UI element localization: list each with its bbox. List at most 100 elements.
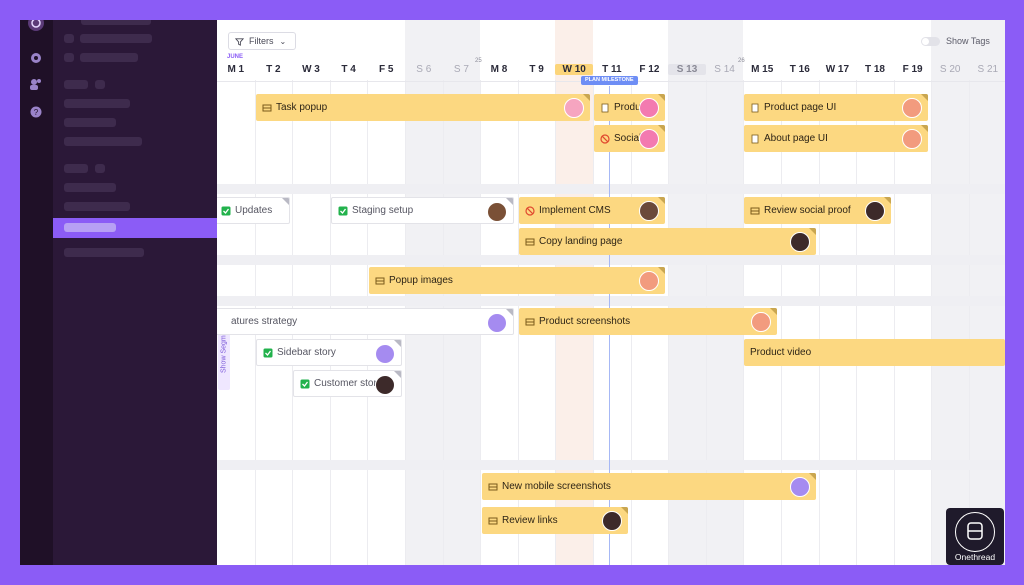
task-bar[interactable]: New mobile screenshots bbox=[482, 473, 816, 500]
avatar bbox=[639, 98, 659, 118]
task-bar[interactable]: About page UI bbox=[744, 125, 928, 152]
document-icon bbox=[601, 103, 609, 112]
day-header: T 2 bbox=[266, 64, 281, 75]
avatar bbox=[790, 477, 810, 497]
sidebar-item[interactable] bbox=[80, 34, 152, 43]
checkmark-icon bbox=[263, 348, 273, 357]
sidebar-item-icon bbox=[95, 80, 105, 89]
avatar bbox=[487, 313, 507, 333]
brand-name: Onethread bbox=[954, 552, 996, 562]
sidebar-item-icon bbox=[64, 53, 74, 62]
day-header: F 19 bbox=[902, 64, 923, 75]
app-logo-icon[interactable] bbox=[27, 20, 45, 32]
task-bar[interactable]: Produc bbox=[594, 94, 665, 121]
avatar bbox=[639, 129, 659, 149]
avatar bbox=[902, 98, 922, 118]
day-header: S 14 bbox=[714, 64, 735, 75]
day-header: S 20 bbox=[939, 64, 961, 75]
avatar bbox=[790, 232, 810, 252]
avatar bbox=[375, 375, 395, 395]
task-icon bbox=[262, 104, 272, 111]
task-bar-completed[interactable]: atures strategy bbox=[217, 308, 514, 335]
task-bar[interactable]: Review links bbox=[482, 507, 628, 534]
plan-milestone-marker[interactable]: PLAN MILESTONE bbox=[581, 76, 638, 85]
day-header: M 8 bbox=[490, 64, 508, 75]
task-bar[interactable]: Social bbox=[594, 125, 665, 152]
day-header: F 5 bbox=[378, 64, 394, 75]
day-header: S 7 bbox=[453, 64, 469, 75]
day-header: W 3 bbox=[302, 64, 320, 75]
avatar bbox=[564, 98, 584, 118]
task-bar[interactable]: Popup images bbox=[369, 267, 665, 294]
day-header: M 1 bbox=[227, 64, 245, 75]
sidebar-item[interactable] bbox=[64, 248, 144, 257]
avatar bbox=[902, 129, 922, 149]
task-bar[interactable]: Implement CMS bbox=[519, 197, 665, 224]
task-icon bbox=[750, 207, 760, 214]
brand-logo: Onethread bbox=[946, 508, 1004, 565]
users-icon[interactable] bbox=[28, 76, 44, 92]
day-header: S 21 bbox=[977, 64, 999, 75]
day-header: T 18 bbox=[864, 64, 885, 75]
sidebar-item[interactable] bbox=[64, 164, 88, 173]
sidebar-item-icon bbox=[95, 164, 105, 173]
avatar bbox=[487, 202, 507, 222]
avatar bbox=[602, 511, 622, 531]
avatar bbox=[375, 344, 395, 364]
brand-logo-icon bbox=[967, 522, 983, 540]
task-icon bbox=[488, 517, 498, 524]
task-bar[interactable]: Product screenshots bbox=[519, 308, 777, 335]
sidebar-item[interactable] bbox=[64, 80, 88, 89]
task-bar[interactable]: Copy landing page bbox=[519, 228, 816, 255]
show-tags-label: Show Tags bbox=[946, 36, 990, 46]
gear-icon[interactable] bbox=[28, 50, 44, 66]
document-icon bbox=[751, 103, 759, 112]
task-bar[interactable]: Product page UI bbox=[744, 94, 928, 121]
help-icon[interactable]: ? bbox=[28, 104, 44, 120]
task-icon bbox=[488, 483, 498, 490]
app-window: ? Filters ⌄ Show Tags JUNE 25 26 M 1 T 2… bbox=[20, 20, 1005, 565]
day-header: T 9 bbox=[529, 64, 544, 75]
timeline-view: Filters ⌄ Show Tags JUNE 25 26 M 1 T 2 W… bbox=[217, 20, 1005, 565]
task-bar-completed[interactable]: Sidebar story bbox=[256, 339, 402, 366]
checkmark-icon bbox=[338, 206, 348, 215]
task-bar-completed[interactable]: Staging setup bbox=[331, 197, 514, 224]
task-icon bbox=[525, 318, 535, 325]
task-icon bbox=[375, 277, 385, 284]
task-bar-completed[interactable]: Customer storie bbox=[293, 370, 402, 397]
day-header: T 11 bbox=[602, 64, 622, 75]
blocked-icon bbox=[600, 133, 610, 144]
task-bar-completed[interactable]: Updates bbox=[217, 197, 290, 224]
day-header: M 15 bbox=[751, 64, 774, 75]
task-bar[interactable]: Review social proof bbox=[744, 197, 891, 224]
filters-button[interactable]: Filters ⌄ bbox=[228, 32, 296, 50]
task-icon bbox=[525, 238, 535, 245]
task-bar[interactable]: Product video bbox=[744, 339, 1005, 366]
day-header: S 6 bbox=[416, 64, 432, 75]
sidebar-item-icon bbox=[64, 34, 74, 43]
day-header: T 16 bbox=[789, 64, 810, 75]
sidebar bbox=[53, 20, 217, 565]
month-label: JUNE bbox=[227, 54, 244, 60]
sidebar-item-active[interactable] bbox=[53, 218, 217, 238]
avatar bbox=[865, 201, 885, 221]
blocked-icon bbox=[525, 205, 535, 216]
avatar bbox=[639, 271, 659, 291]
sidebar-item[interactable] bbox=[64, 183, 116, 192]
task-bar[interactable]: Task popup bbox=[256, 94, 590, 121]
icon-rail: ? bbox=[20, 20, 53, 565]
document-icon bbox=[751, 134, 759, 143]
chevron-down-icon: ⌄ bbox=[279, 36, 287, 46]
show-tags-toggle[interactable] bbox=[921, 37, 940, 46]
filter-icon bbox=[235, 37, 244, 46]
sidebar-item[interactable] bbox=[64, 99, 130, 108]
sidebar-item[interactable] bbox=[81, 20, 151, 25]
avatar bbox=[751, 312, 771, 332]
sidebar-item[interactable] bbox=[80, 53, 138, 62]
avatar bbox=[639, 201, 659, 221]
checkmark-icon bbox=[300, 379, 310, 388]
sidebar-item[interactable] bbox=[64, 202, 130, 211]
sidebar-item[interactable] bbox=[64, 137, 142, 146]
checkmark-icon bbox=[221, 206, 231, 215]
sidebar-item[interactable] bbox=[64, 118, 116, 127]
